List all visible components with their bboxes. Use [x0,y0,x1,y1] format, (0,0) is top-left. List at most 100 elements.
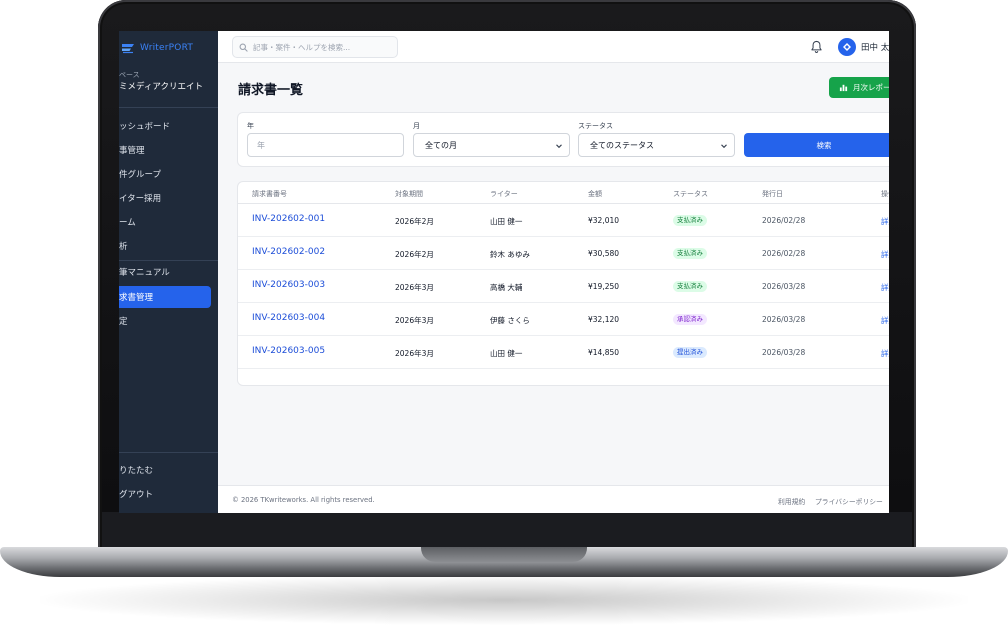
footer: © 2026 TKwriteworks. All rights reserved… [218,485,889,513]
column-header-amount: 金額 [588,190,602,198]
invoice-link[interactable]: INV-202603-003 [252,280,325,290]
sidebar-collapse-button[interactable]: りたたむ [119,459,211,481]
chevron-down-icon [721,144,727,149]
copyright: © 2026 TKwriteworks. All rights reserved… [232,496,375,504]
filter-card: 年 月 全ての月 ステータス 全てのステータス 検索 [237,112,889,167]
avatar-diamond-icon [843,43,851,51]
amount-cell: ¥30,580 [588,249,620,258]
sidebar-item-label: イター採用 [119,194,162,204]
monthly-report-button[interactable]: 月次レポート [829,77,889,98]
sidebar-item-label: りたたむ [119,466,154,476]
status-badge: 提出済み [673,347,707,358]
laptop-shadow [40,575,968,625]
period-cell: 2026年3月 [395,283,434,292]
amount-cell: ¥32,010 [588,216,620,225]
table-row: INV-202602-002 2026年2月 鈴木 あゆみ ¥30,580 支払… [238,237,889,270]
brand-logo-icon [122,44,134,54]
invoice-link[interactable]: INV-202602-001 [252,214,325,224]
sidebar-item-label: 析 [119,242,128,252]
screen: WriterPORT ペース ミメディアクリエイト ッシュボード 事管理 件グル… [119,31,889,513]
status-badge: 承認済み [673,314,707,325]
detail-link[interactable]: 詳細 [881,348,889,359]
chevron-down-icon [556,144,562,149]
sidebar-item-label: 筆マニュアル [119,268,170,278]
issued-date-cell: 2026/02/28 [762,249,806,258]
sidebar-logout-button[interactable]: グアウト [119,483,211,505]
laptop-chin [102,512,912,548]
sidebar-item-writing-manual[interactable]: 筆マニュアル [119,261,211,283]
writer-cell: 鈴木 あゆみ [490,250,530,259]
invoice-link[interactable]: INV-202603-005 [252,346,325,356]
sidebar-item-team[interactable]: ーム [119,211,211,233]
writer-cell: 高橋 大輔 [490,283,523,292]
sidebar-item-label: グアウト [119,490,154,500]
month-label: 月 [413,122,420,130]
sidebar-item-label: 求書管理 [119,293,154,303]
sidebar-item-label: 定 [119,317,128,327]
sidebar-divider [119,452,218,453]
sidebar-item-analytics[interactable]: 析 [119,235,211,257]
sidebar-item-project-groups[interactable]: 件グループ [119,163,211,185]
status-badge: 支払済み [673,215,707,226]
column-header-status: ステータス [673,190,708,198]
bar-chart-icon [839,84,848,92]
month-select[interactable]: 全ての月 [413,133,570,157]
column-header-invoice: 請求書番号 [252,190,287,198]
sidebar-item-invoices[interactable]: 求書管理 [119,286,211,308]
invoice-table: 請求書番号 対象期間 ライター 金額 ステータス 発行日 操作 INV-2026… [237,181,889,386]
invoice-link[interactable]: INV-202602-002 [252,247,325,257]
column-header-period: 対象期間 [395,190,423,198]
writer-cell: 伊藤 さくら [490,316,530,325]
amount-cell: ¥14,850 [588,348,620,357]
workspace-label: ペース [119,71,140,79]
search-input[interactable] [253,42,393,52]
table-row: INV-202603-004 2026年3月 伊藤 さくら ¥32,120 承認… [238,303,889,336]
detail-link[interactable]: 詳細 [881,315,889,326]
bell-icon[interactable] [810,40,823,54]
period-cell: 2026年3月 [395,316,434,325]
writer-cell: 山田 健一 [490,349,523,358]
avatar[interactable] [838,38,856,56]
year-input[interactable] [247,133,404,157]
issued-date-cell: 2026/03/28 [762,348,806,357]
workspace-name[interactable]: ミメディアクリエイト [119,80,203,92]
sidebar-item-label: 件グループ [119,170,161,180]
brand[interactable]: WriterPORT [119,38,193,58]
detail-link[interactable]: 詳細 [881,216,889,227]
sidebar-item-label: ーム [119,218,136,228]
sidebar-item-dashboard[interactable]: ッシュボード [119,115,211,137]
status-badge: 支払済み [673,248,707,259]
terms-link[interactable]: 利用規約 [778,496,805,506]
status-select[interactable]: 全てのステータス [578,133,735,157]
invoice-link[interactable]: INV-202603-004 [252,313,325,323]
user-name[interactable]: 田中 太郎 [861,41,889,53]
sidebar-item-settings[interactable]: 定 [119,310,211,332]
column-header-action: 操作 [881,190,889,198]
sidebar-item-label: ッシュボード [119,122,171,132]
search-button-label: 検索 [816,140,832,150]
column-header-issued: 発行日 [762,190,783,198]
sidebar: WriterPORT ペース ミメディアクリエイト ッシュボード 事管理 件グル… [119,31,218,513]
status-label: ステータス [578,122,613,130]
laptop-notch [421,547,587,562]
period-cell: 2026年3月 [395,349,434,358]
issued-date-cell: 2026/02/28 [762,216,806,225]
privacy-link[interactable]: プライバシーポリシー [815,496,883,506]
topbar: 田中 太郎 [218,31,889,63]
issued-date-cell: 2026/03/28 [762,315,806,324]
sidebar-item-articles[interactable]: 事管理 [119,139,211,161]
table-header: 請求書番号 対象期間 ライター 金額 ステータス 発行日 操作 [238,182,889,204]
search-icon [239,43,248,52]
year-label: 年 [247,122,254,130]
brand-name: WriterPORT [140,43,194,53]
sidebar-item-writer-recruiting[interactable]: イター採用 [119,187,211,209]
search-box[interactable] [232,36,398,58]
sidebar-divider [119,107,218,108]
detail-link[interactable]: 詳細 [881,249,889,260]
table-row: INV-202603-005 2026年3月 山田 健一 ¥14,850 提出済… [238,336,889,369]
period-cell: 2026年2月 [395,217,434,226]
detail-link[interactable]: 詳細 [881,282,889,293]
search-button[interactable]: 検索 [744,133,889,157]
writer-cell: 山田 健一 [490,217,523,226]
period-cell: 2026年2月 [395,250,434,259]
